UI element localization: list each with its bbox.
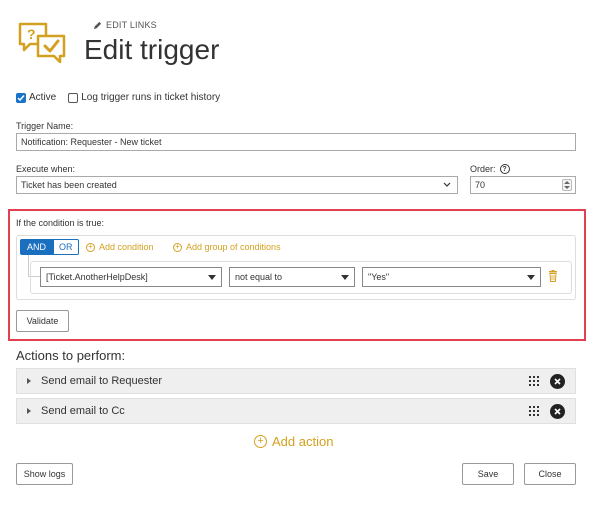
condition-field-select[interactable]: [Ticket.AnotherHelpDesk] <box>40 267 222 287</box>
page-title: Edit trigger <box>84 34 220 65</box>
condition-value-value: "Yes" <box>368 272 390 282</box>
show-logs-button[interactable]: Show logs <box>16 463 73 485</box>
checkbox-unchecked-icon <box>68 92 79 103</box>
dropdown-arrow-icon <box>341 275 349 280</box>
edit-links[interactable]: EDIT LINKS <box>93 20 157 30</box>
add-action-link[interactable]: + Add action <box>254 434 333 449</box>
drag-handle-icon[interactable] <box>529 376 539 386</box>
order-label: Order: <box>470 164 496 174</box>
trigger-name-value: Notification: Requester - New ticket <box>21 137 162 147</box>
action-label: Send email to Cc <box>41 405 125 417</box>
checkbox-checked-icon <box>16 92 26 103</box>
condition-title: If the condition is true: <box>16 218 105 228</box>
dropdown-arrow-icon <box>527 275 535 280</box>
log-trigger-runs-label: Log trigger runs in ticket history <box>81 92 221 103</box>
or-button[interactable]: OR <box>53 239 79 255</box>
drag-handle-icon[interactable] <box>529 406 539 416</box>
add-group-label: Add group of conditions <box>186 242 281 252</box>
chevron-down-icon <box>443 182 451 187</box>
and-or-toggle: AND OR <box>20 239 79 255</box>
add-condition-label: Add condition <box>99 242 154 252</box>
action-row[interactable]: Send email to Cc <box>16 398 576 424</box>
execute-when-value: Ticket has been created <box>21 180 117 190</box>
active-checkbox[interactable]: Active <box>16 92 56 103</box>
spinner-icon[interactable] <box>562 179 572 191</box>
plus-circle-icon: + <box>86 242 95 252</box>
order-input[interactable]: 70 <box>470 176 576 194</box>
trigger-logo-icon: ? <box>18 22 66 66</box>
edit-links-label: EDIT LINKS <box>106 20 157 30</box>
plus-circle-icon: + <box>254 435 267 448</box>
options-row: Active Log trigger runs in ticket histor… <box>16 92 220 103</box>
order-label-wrap: Order: ? <box>470 164 510 174</box>
dropdown-arrow-icon <box>208 275 216 280</box>
trash-icon[interactable] <box>548 270 558 282</box>
plus-circle-icon: + <box>173 242 182 252</box>
actions-title: Actions to perform: <box>16 348 126 363</box>
condition-value-select[interactable]: "Yes" <box>362 267 541 287</box>
add-group-link[interactable]: + Add group of conditions <box>173 242 281 252</box>
active-label: Active <box>29 92 57 103</box>
svg-text:?: ? <box>27 26 36 42</box>
close-button[interactable]: Close <box>524 463 576 485</box>
execute-when-select[interactable]: Ticket has been created <box>16 176 458 194</box>
caret-right-icon[interactable] <box>27 408 31 414</box>
execute-when-label: Execute when: <box>16 164 76 174</box>
action-row[interactable]: Send email to Requester <box>16 368 576 394</box>
remove-action-icon[interactable] <box>550 374 565 389</box>
order-value: 70 <box>475 180 486 190</box>
trigger-name-input[interactable]: Notification: Requester - New ticket <box>16 133 576 151</box>
validate-button[interactable]: Validate <box>16 310 69 332</box>
and-button[interactable]: AND <box>20 239 54 255</box>
save-button[interactable]: Save <box>462 463 514 485</box>
condition-field-value: [Ticket.AnotherHelpDesk] <box>46 272 148 282</box>
action-label: Send email to Requester <box>41 375 163 387</box>
help-icon[interactable]: ? <box>499 164 510 174</box>
trigger-name-label: Trigger Name: <box>16 121 74 131</box>
caret-right-icon[interactable] <box>27 378 31 384</box>
remove-action-icon[interactable] <box>550 404 565 419</box>
add-action-label: Add action <box>272 434 334 449</box>
condition-operator-value: not equal to <box>235 272 283 282</box>
pencil-icon <box>93 21 102 29</box>
log-trigger-runs-checkbox[interactable]: Log trigger runs in ticket history <box>68 92 220 103</box>
condition-operator-select[interactable]: not equal to <box>229 267 355 287</box>
add-condition-link[interactable]: + Add condition <box>86 242 154 252</box>
